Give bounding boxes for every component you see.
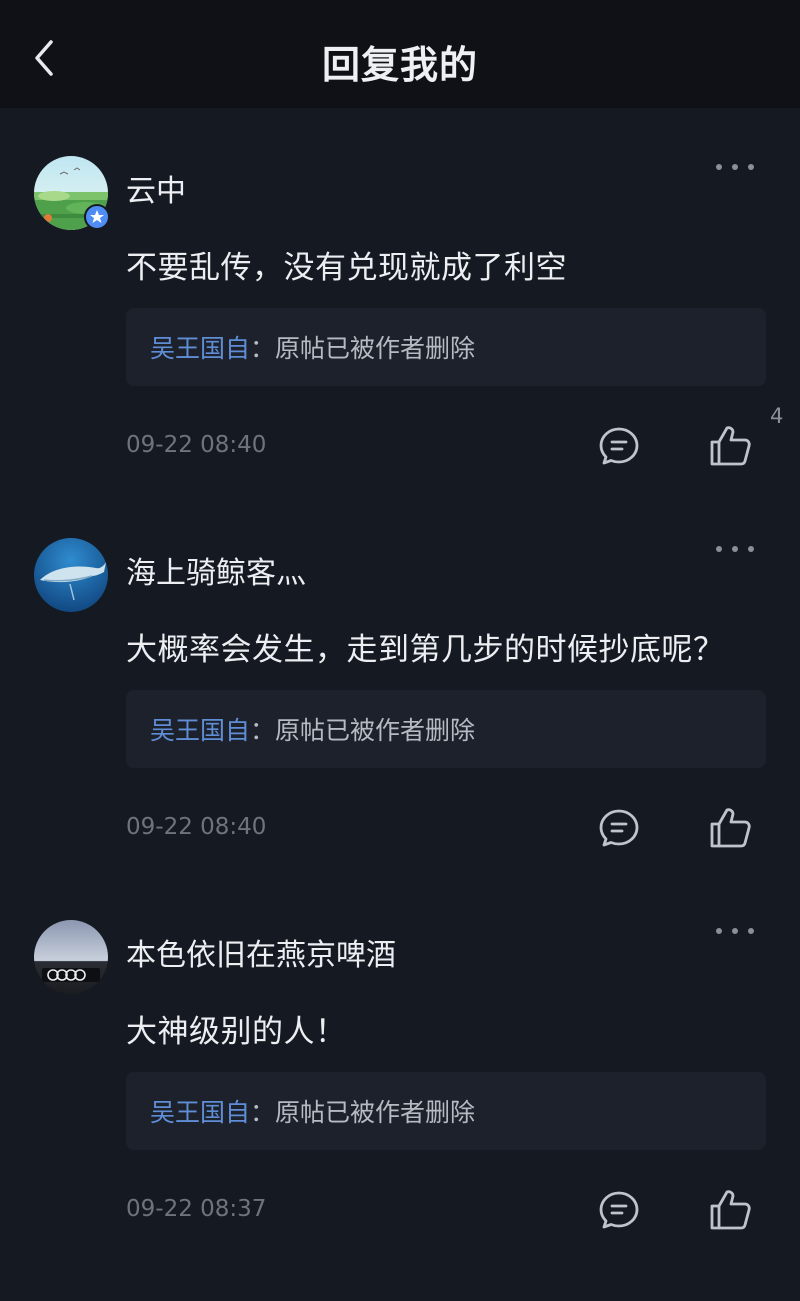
username[interactable]: 云中 <box>126 166 186 210</box>
timestamp: 09-22 08:37 <box>126 1196 267 1222</box>
thumbs-up-icon <box>710 426 751 466</box>
like-button[interactable] <box>708 806 754 850</box>
thumbs-up-icon <box>710 808 751 848</box>
timestamp: 09-22 08:40 <box>126 814 267 840</box>
username[interactable]: 本色依旧在燕京啤酒 <box>126 930 396 974</box>
more-dots-icon <box>716 164 722 170</box>
quote-text: 原帖已被作者删除 <box>275 1098 476 1127</box>
avatar[interactable] <box>34 156 110 230</box>
more-options-button[interactable] <box>712 918 758 944</box>
quoted-post[interactable]: 吴王国自 ： 原帖已被作者删除 <box>126 690 766 768</box>
thumbs-up-icon <box>710 1190 751 1230</box>
quote-author[interactable]: 吴王国自 <box>150 1093 250 1129</box>
avatar[interactable] <box>34 920 108 994</box>
quote-separator: ： <box>250 716 276 745</box>
like-button[interactable] <box>708 424 754 468</box>
more-options-button[interactable] <box>712 536 758 562</box>
reply-list: 云中 不要乱传，没有兑现就成了利空 吴王国自 ： 原帖已被作者删除 09-22 … <box>0 108 800 1254</box>
quote-text: 原帖已被作者删除 <box>275 716 476 745</box>
reply-item: 本色依旧在燕京啤酒 大神级别的人！ 吴王国自 ： 原帖已被作者删除 09-22 … <box>0 872 800 1254</box>
like-count: 4 <box>770 404 784 428</box>
comment-bubble-icon <box>599 1191 639 1229</box>
comment-button[interactable] <box>598 426 640 466</box>
reply-text: 大神级别的人！ <box>126 1014 347 1050</box>
comment-button[interactable] <box>598 1190 640 1230</box>
verified-badge-icon <box>84 204 110 230</box>
quoted-post[interactable]: 吴王国自 ： 原帖已被作者删除 <box>126 308 766 386</box>
like-button[interactable] <box>708 1188 754 1232</box>
reply-item: 云中 不要乱传，没有兑现就成了利空 吴王国自 ： 原帖已被作者删除 09-22 … <box>0 108 800 490</box>
quoted-post[interactable]: 吴王国自 ： 原帖已被作者删除 <box>126 1072 766 1150</box>
top-bar: 回复我的 <box>0 0 800 108</box>
more-dots-icon <box>716 546 722 552</box>
reply-item: 海上骑鲸客灬 大概率会发生，走到第几步的时候抄底呢？ 吴王国自 ： 原帖已被作者… <box>0 490 800 872</box>
page-title: 回复我的 <box>321 43 478 87</box>
username[interactable]: 海上骑鲸客灬 <box>126 548 306 592</box>
more-dots-icon <box>716 928 722 934</box>
quote-separator: ： <box>250 334 276 363</box>
comment-bubble-icon <box>599 809 639 847</box>
reply-text: 不要乱传，没有兑现就成了利空 <box>126 250 567 286</box>
comment-bubble-icon <box>599 427 639 465</box>
comment-button[interactable] <box>598 808 640 848</box>
quote-author[interactable]: 吴王国自 <box>150 711 250 747</box>
timestamp: 09-22 08:40 <box>126 432 267 458</box>
avatar[interactable] <box>34 538 108 612</box>
more-options-button[interactable] <box>712 154 758 180</box>
quote-separator: ： <box>250 1098 276 1127</box>
quote-text: 原帖已被作者删除 <box>275 334 476 363</box>
reply-text: 大概率会发生，走到第几步的时候抄底呢？ <box>126 632 725 668</box>
quote-author[interactable]: 吴王国自 <box>150 329 250 365</box>
